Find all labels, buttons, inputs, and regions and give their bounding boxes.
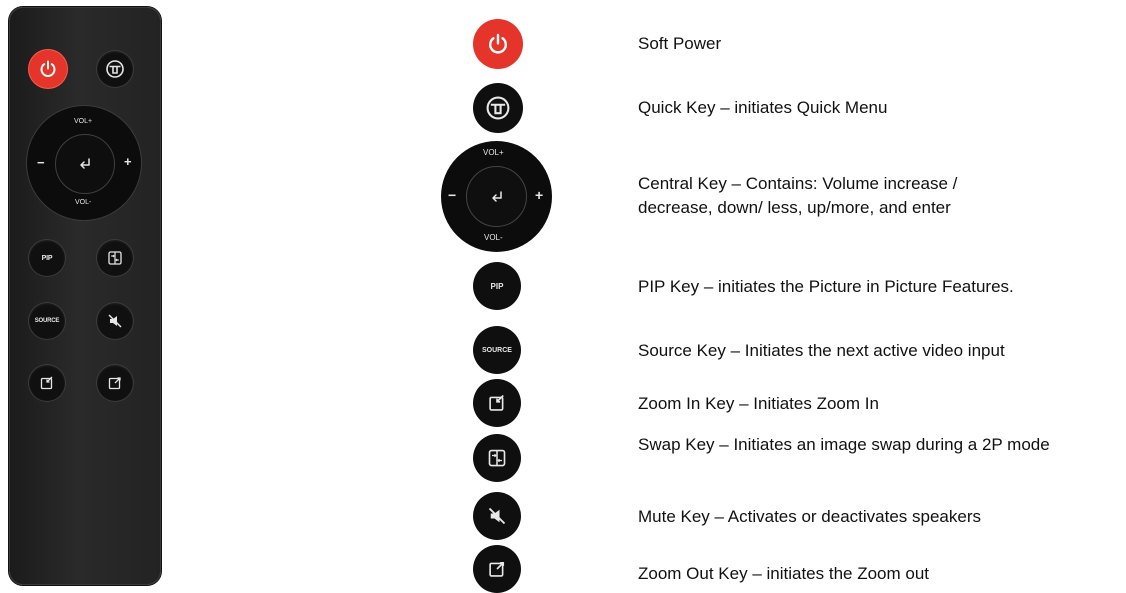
remote-power-button[interactable]	[29, 50, 67, 88]
zoom-in-icon	[489, 394, 504, 411]
legend-source-desc: Source Key – Initiates the next active v…	[638, 341, 1005, 360]
enter-icon	[491, 190, 502, 202]
legend-pip-desc: PIP Key – initiates the Picture in Pictu…	[638, 277, 1014, 296]
legend-swap-key	[473, 434, 521, 482]
power-icon	[40, 60, 56, 77]
quick-menu-icon	[106, 60, 124, 78]
remote-zoom-out-button[interactable]	[97, 365, 133, 401]
zoom-in-icon	[40, 376, 53, 390]
legend-mute-desc: Mute Key – Activates or deactivates spea…	[638, 507, 982, 526]
zoom-out-icon	[489, 561, 505, 577]
remote-enter-button[interactable]	[55, 134, 115, 194]
legend-central-desc: Central Key – Contains: Volume increase …	[638, 174, 958, 217]
swap-icon	[488, 449, 506, 467]
legend-enter-ring	[466, 166, 527, 227]
remote-swap-button[interactable]	[97, 240, 133, 276]
legend-zoom-out-desc: Zoom Out Key – initiates the Zoom out	[638, 564, 930, 583]
enter-icon	[80, 158, 90, 169]
remote-quick-button[interactable]	[97, 51, 133, 87]
quick-menu-icon	[486, 96, 510, 120]
legend-plus-symbol: +	[535, 187, 544, 203]
remote-minus-symbol[interactable]: −	[37, 155, 45, 170]
remote-source-button[interactable]: SOURCE	[29, 303, 65, 339]
legend-power-desc: Soft Power	[638, 34, 722, 53]
remote-control: VOL+ VOL- − + PIP SOURCE	[9, 7, 161, 585]
legend-quick-key	[473, 83, 523, 133]
legend-vol-minus-label: VOL-	[484, 233, 503, 242]
remote-central-key[interactable]: VOL+ VOL- − +	[27, 106, 141, 220]
legend-central-key: VOL+ VOL- − +	[441, 141, 552, 252]
legend-swap-desc: Swap Key – Initiates an image swap durin…	[638, 435, 1050, 454]
legend-power-key	[473, 19, 523, 69]
remote-mute-button[interactable]	[97, 303, 133, 339]
legend-source-label: SOURCE	[482, 346, 512, 354]
remote-vol-minus-label[interactable]: VOL-	[75, 199, 91, 206]
power-icon	[489, 33, 507, 54]
legend-source-key: SOURCE	[473, 326, 521, 374]
legend-pip-key: PIP	[473, 262, 521, 310]
legend-minus-symbol: −	[448, 187, 457, 203]
mute-icon	[108, 314, 122, 328]
remote-source-label: SOURCE	[34, 318, 60, 324]
remote-vol-plus-label[interactable]: VOL+	[74, 118, 92, 125]
mute-icon	[488, 507, 506, 525]
remote-pip-label: PIP	[41, 254, 53, 262]
legend-zoom-in-desc: Zoom In Key – Initiates Zoom In	[638, 394, 879, 413]
remote-plus-symbol[interactable]: +	[124, 154, 132, 169]
legend-mute-key	[473, 492, 521, 540]
legend-vol-plus-label: VOL+	[483, 148, 504, 157]
legend-pip-label: PIP	[490, 281, 504, 291]
legend-quick-desc: Quick Key – initiates Quick Menu	[638, 98, 888, 117]
legend-zoom-out-key	[473, 545, 521, 593]
remote-pip-button[interactable]: PIP	[29, 240, 65, 276]
zoom-out-icon	[108, 377, 121, 390]
swap-icon	[108, 251, 122, 265]
legend-zoom-in-key	[473, 379, 521, 427]
remote-zoom-in-button[interactable]	[29, 365, 65, 401]
